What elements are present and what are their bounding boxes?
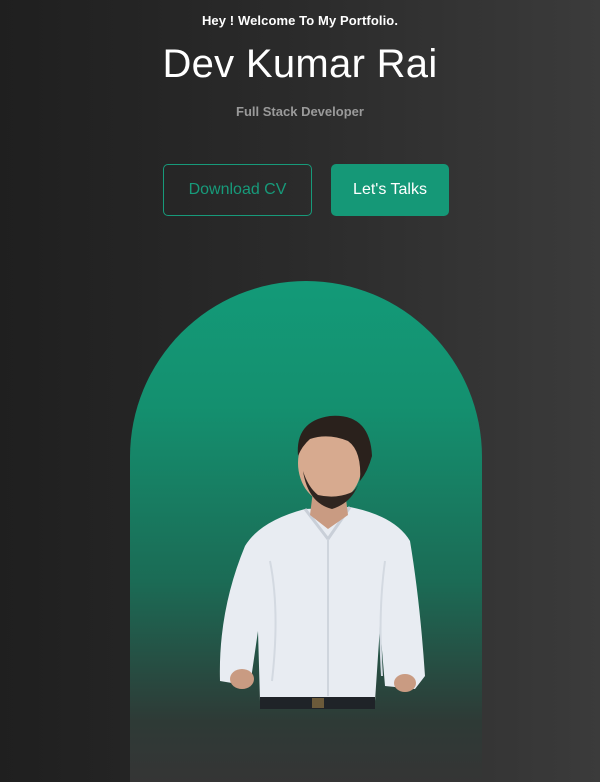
hero-name: Dev Kumar Rai — [162, 42, 438, 86]
download-cv-button[interactable]: Download CV — [163, 164, 312, 216]
portrait-shirt — [219, 507, 425, 701]
lets-talk-button[interactable]: Let's Talks — [331, 164, 449, 216]
hero-role: Full Stack Developer — [236, 104, 364, 119]
portrait-arch-background — [130, 281, 482, 782]
profile-portrait — [219, 415, 425, 709]
welcome-greeting: Hey ! Welcome To My Portfolio. — [201, 13, 399, 28]
